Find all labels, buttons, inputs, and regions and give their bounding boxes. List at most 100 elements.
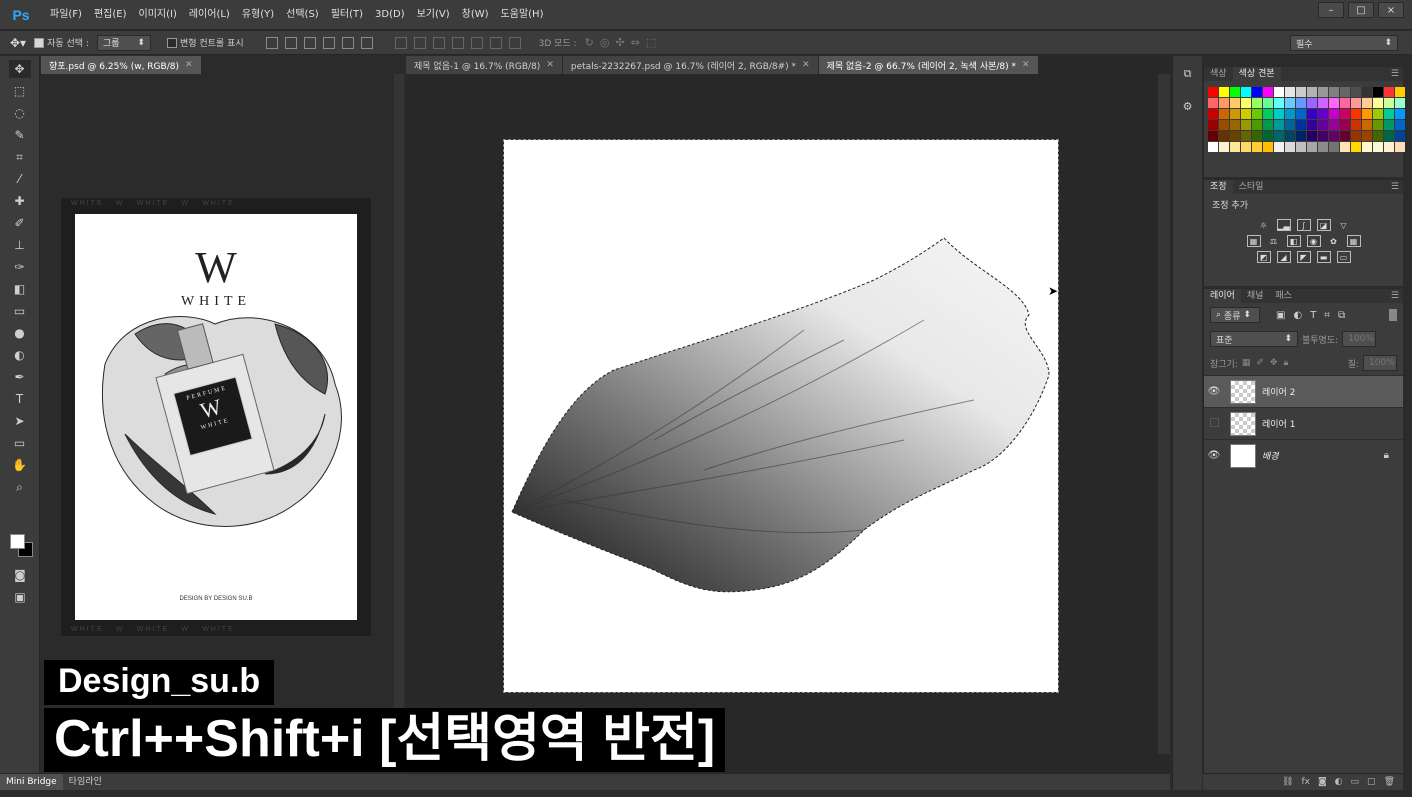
distribute-left-icon[interactable] — [451, 36, 464, 49]
shape-tool-icon[interactable]: ▭ — [9, 434, 31, 452]
color-swatch[interactable] — [1263, 120, 1273, 130]
layer-style-icon[interactable]: fx — [1301, 777, 1310, 787]
opacity-input[interactable]: 100% — [1342, 331, 1377, 347]
color-swatch[interactable] — [1340, 98, 1350, 108]
color-swatch[interactable] — [1384, 87, 1394, 97]
curves-icon[interactable]: ∫ — [1296, 219, 1311, 231]
filter-toggle[interactable] — [1389, 309, 1397, 321]
properties-panel-icon[interactable]: ⚙ — [1178, 96, 1198, 116]
color-swatch[interactable] — [1395, 131, 1405, 141]
brush-tool-icon[interactable]: ✐ — [9, 214, 31, 232]
brightness-icon[interactable]: ☼ — [1257, 219, 1271, 231]
color-swatch[interactable] — [1395, 98, 1405, 108]
color-swatch[interactable] — [1219, 98, 1229, 108]
3d-scale-icon[interactable]: ⬚ — [646, 36, 656, 49]
color-swatch[interactable] — [1351, 142, 1361, 152]
tab-channels[interactable]: 채널 — [1241, 289, 1270, 303]
color-swatch[interactable] — [1208, 87, 1218, 97]
workspace-dropdown[interactable]: 필수 ⬍ — [1290, 35, 1398, 51]
color-swatch[interactable] — [1373, 131, 1383, 141]
auto-select-group[interactable]: 자동 선택 : — [34, 36, 89, 49]
threshold-icon[interactable]: ◤ — [1296, 251, 1311, 263]
foreground-color-swatch[interactable] — [10, 534, 25, 549]
tab-adjustments[interactable]: 조정 — [1204, 180, 1233, 194]
menu-view[interactable]: 보기(V) — [411, 0, 456, 30]
color-swatch[interactable] — [1230, 131, 1240, 141]
color-swatch[interactable] — [1208, 120, 1218, 130]
lock-transparent-icon[interactable]: ▦ — [1242, 358, 1251, 368]
tab-mini-bridge[interactable]: Mini Bridge — [0, 774, 63, 790]
color-swatch[interactable] — [1296, 120, 1306, 130]
move-tool-icon[interactable]: ✥▾ — [10, 36, 26, 50]
color-swatch[interactable] — [1219, 142, 1229, 152]
color-swatch[interactable] — [1351, 109, 1361, 119]
color-swatch[interactable] — [1362, 142, 1372, 152]
color-swatch[interactable] — [1274, 87, 1284, 97]
lock-image-icon[interactable]: ✐ — [1256, 358, 1264, 368]
lock-all-icon[interactable]: 🔒︎ — [1283, 358, 1288, 368]
color-swatch[interactable] — [1252, 131, 1262, 141]
color-swatch[interactable] — [1373, 109, 1383, 119]
close-icon[interactable]: ✕ — [546, 60, 554, 70]
zoom-tool-icon[interactable]: ⌕ — [9, 478, 31, 496]
tab-timeline[interactable]: 타임라인 — [63, 774, 108, 790]
color-swatch[interactable] — [1219, 131, 1229, 141]
color-swatch[interactable] — [1307, 120, 1317, 130]
color-swatch[interactable] — [1340, 131, 1350, 141]
color-swatch[interactable] — [1318, 98, 1328, 108]
adjustment-filter-icon[interactable]: ◐ — [1293, 310, 1302, 321]
tab-paths[interactable]: 패스 — [1269, 289, 1298, 303]
color-swatch[interactable] — [1252, 120, 1262, 130]
quick-mask-icon[interactable]: ◙ — [9, 566, 31, 584]
color-swatch[interactable] — [1208, 98, 1218, 108]
align-right-icon[interactable] — [360, 36, 373, 49]
eyedropper-tool-icon[interactable]: ⁄ — [9, 170, 31, 188]
gradient-map-icon[interactable]: ▬ — [1316, 251, 1331, 263]
move-tool-icon[interactable]: ✥ — [8, 60, 31, 78]
layer-filter-dropdown[interactable]: ⌕ 종류 ⬍ — [1210, 307, 1260, 323]
distribute-right-icon[interactable] — [489, 36, 502, 49]
dodge-tool-icon[interactable]: ◐ — [9, 346, 31, 364]
color-swatch[interactable] — [1252, 142, 1262, 152]
auto-select-dropdown[interactable]: 그룹 ⬍ — [96, 34, 151, 51]
color-swatch[interactable] — [1230, 109, 1240, 119]
color-swatch[interactable] — [1395, 142, 1405, 152]
smart-object-filter-icon[interactable]: ⧉ — [1338, 310, 1345, 321]
color-swatch[interactable] — [1373, 98, 1383, 108]
align-hcenter-icon[interactable] — [341, 36, 354, 49]
menu-filter[interactable]: 필터(T) — [325, 0, 369, 30]
blur-tool-icon[interactable]: ● — [9, 324, 31, 342]
close-icon[interactable]: ✕ — [185, 60, 193, 70]
color-swatch[interactable] — [1329, 109, 1339, 119]
color-swatch[interactable] — [1329, 131, 1339, 141]
color-swatch[interactable] — [1285, 131, 1295, 141]
eraser-tool-icon[interactable]: ◧ — [9, 280, 31, 298]
color-swatch[interactable] — [1252, 87, 1262, 97]
tab-layers[interactable]: 레이어 — [1204, 289, 1241, 303]
color-swatch[interactable] — [1296, 98, 1306, 108]
color-swatch[interactable] — [1208, 131, 1218, 141]
3d-rotate-icon[interactable]: ↻ — [585, 36, 594, 49]
color-swatch[interactable] — [1285, 142, 1295, 152]
panel-menu-icon[interactable]: ☰ — [1391, 291, 1403, 301]
color-swatch[interactable] — [1307, 142, 1317, 152]
maximize-button[interactable]: □ — [1348, 2, 1374, 18]
color-swatch[interactable] — [1252, 109, 1262, 119]
color-swatch[interactable] — [1384, 109, 1394, 119]
doc-tab[interactable]: 향포.psd @ 6.25% (w, RGB/8) ✕ — [41, 56, 202, 74]
color-swatch[interactable] — [1263, 98, 1273, 108]
color-swatch[interactable] — [1263, 131, 1273, 141]
color-swatch[interactable] — [1340, 87, 1350, 97]
color-swatch[interactable] — [1340, 142, 1350, 152]
distribute-bottom-icon[interactable] — [432, 36, 445, 49]
crop-tool-icon[interactable]: ⌗ — [9, 148, 31, 166]
color-swatch[interactable] — [1307, 98, 1317, 108]
color-swatch[interactable] — [1384, 131, 1394, 141]
distribute-top-icon[interactable] — [394, 36, 407, 49]
color-swatch[interactable] — [1318, 142, 1328, 152]
color-swatch[interactable] — [1230, 98, 1240, 108]
minimize-button[interactable]: – — [1318, 2, 1344, 18]
history-panel-icon[interactable]: ⧉ — [1178, 64, 1198, 84]
visibility-off-icon[interactable] — [1204, 417, 1224, 430]
color-swatch[interactable] — [1329, 142, 1339, 152]
